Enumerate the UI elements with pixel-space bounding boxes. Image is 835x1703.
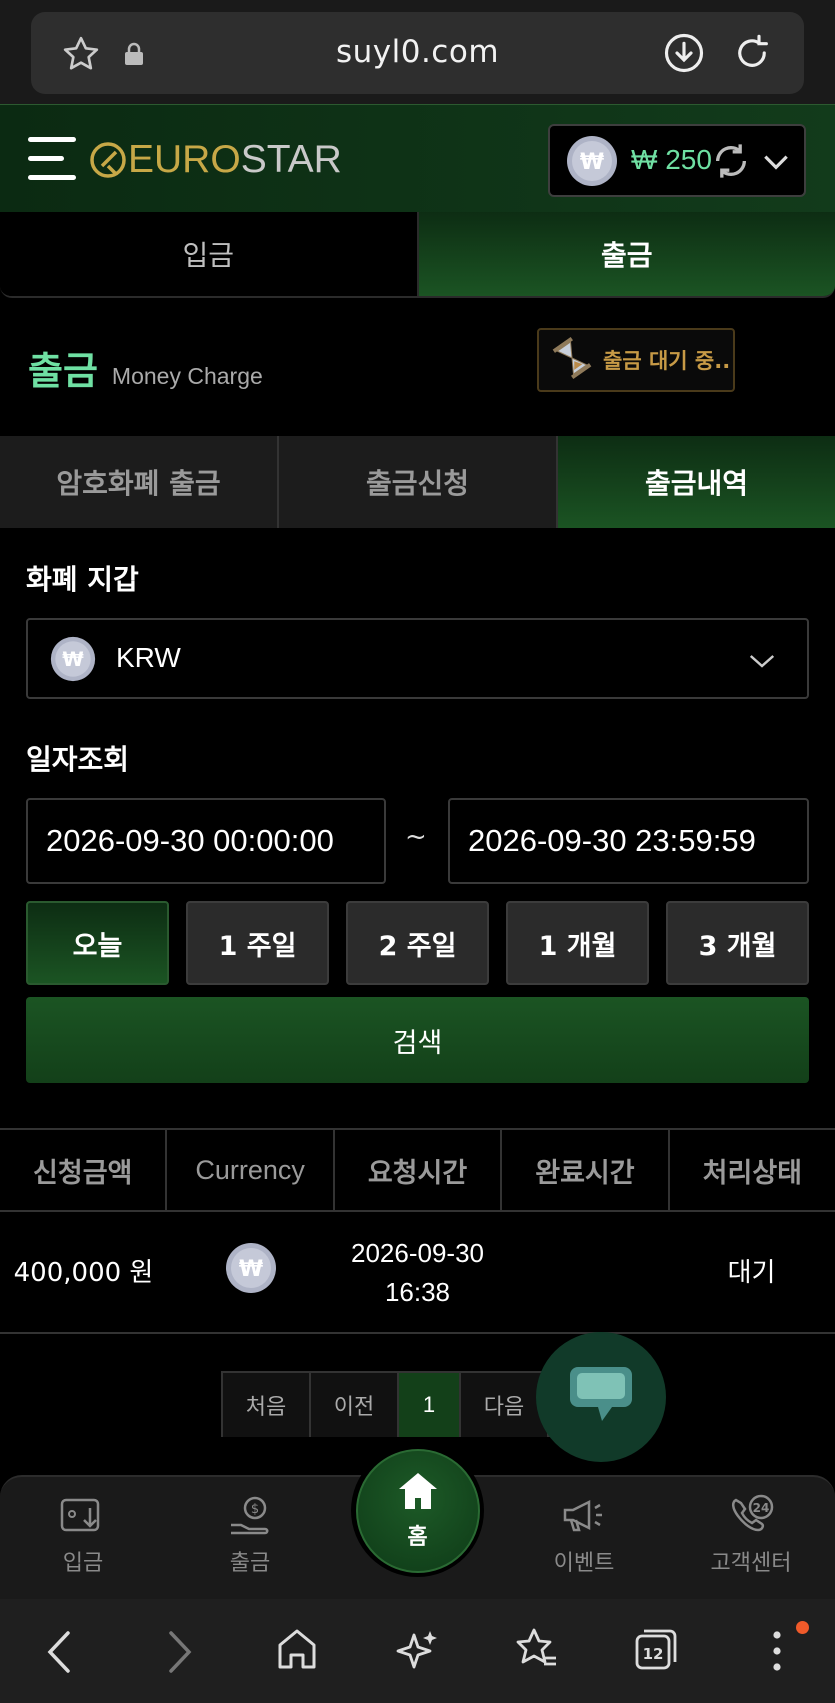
balance-amount: ₩ 250 <box>631 144 712 175</box>
tab-withdraw[interactable]: 출금 <box>416 212 835 296</box>
phone-24-icon: 24 <box>691 1491 811 1541</box>
menu-icon[interactable] <box>28 137 76 183</box>
date-separator: ~ <box>405 822 427 852</box>
tab-withdraw-request[interactable]: 출금신청 <box>279 436 558 528</box>
more-icon[interactable] <box>770 1629 784 1677</box>
nav-home[interactable]: 홈 <box>351 1444 484 1577</box>
column-currency: Currency <box>167 1130 335 1210</box>
cell-currency: ₩ <box>167 1214 334 1332</box>
tab-count: 12 <box>643 1645 664 1663</box>
column-status: 처리상태 <box>702 1157 803 1189</box>
nav-event-label: 이벤트 <box>553 1551 615 1576</box>
page-first-button[interactable]: 처음 <box>223 1373 311 1437</box>
pending-withdrawal-text: 출금 대기 중.. <box>603 349 731 373</box>
pending-withdrawal-badge[interactable]: 출금 대기 중.. <box>537 328 735 392</box>
cell-request-clock: 16:38 <box>384 1277 451 1307</box>
period-today-button[interactable]: 오늘 <box>26 901 169 985</box>
won-coin-icon: ₩ <box>225 1242 277 1305</box>
column-request-time: 요청시간 <box>335 1130 503 1210</box>
svg-text:24: 24 <box>753 1501 770 1515</box>
nav-withdraw-label: 출금 <box>229 1551 271 1576</box>
chevron-down-icon[interactable] <box>760 146 792 182</box>
chat-bubble-icon <box>568 1365 634 1429</box>
won-coin-icon: ₩ <box>566 135 618 191</box>
wallet-selected-value: KRW <box>116 642 181 673</box>
wallet-select[interactable]: ₩ KRW <box>26 618 809 699</box>
tabs-icon[interactable]: 12 <box>634 1627 678 1675</box>
date-query-label: 일자조회 <box>26 743 130 776</box>
nav-home-label: 홈 <box>407 1524 428 1550</box>
page-subtitle: Money Charge <box>111 363 263 389</box>
deposit-icon <box>23 1491 143 1541</box>
notification-dot <box>796 1621 809 1634</box>
url-bar[interactable]: suyl0.com <box>31 12 804 94</box>
period-1week-button[interactable]: 1 주일 <box>186 901 329 985</box>
tab-crypto-withdraw[interactable]: 암호화폐 출금 <box>0 436 279 528</box>
reload-icon[interactable] <box>731 32 773 78</box>
page-prev-button[interactable]: 이전 <box>311 1373 399 1437</box>
svg-text:$: $ <box>251 1502 259 1517</box>
hourglass-icon <box>549 335 595 385</box>
column-complete-time: 완료시간 <box>502 1130 670 1210</box>
svg-text:₩: ₩ <box>62 648 84 671</box>
download-icon[interactable] <box>663 32 705 78</box>
cell-amount: 400,000 원 <box>13 1257 154 1288</box>
browser-toolbar: suyl0.com <box>0 0 835 104</box>
megaphone-icon <box>524 1491 644 1541</box>
nav-deposit-label: 입금 <box>62 1551 104 1576</box>
withdraw-sub-tabs: 암호화폐 출금 출금신청 출금내역 <box>0 436 835 528</box>
chat-button[interactable] <box>536 1332 666 1462</box>
nav-event[interactable]: 이벤트 <box>524 1491 644 1577</box>
period-buttons: 오늘 1 주일 2 주일 1 개월 3 개월 <box>26 901 809 985</box>
nav-support[interactable]: 24 고객센터 <box>691 1491 811 1577</box>
cell-complete-time <box>501 1214 668 1332</box>
nav-withdraw[interactable]: $ 출금 <box>190 1491 310 1577</box>
page-number-button[interactable]: 1 <box>399 1373 461 1437</box>
tab-withdraw-history[interactable]: 출금내역 <box>558 436 835 528</box>
svg-text:₩: ₩ <box>238 1257 262 1282</box>
column-amount: 신청금액 <box>0 1130 168 1210</box>
deposit-withdraw-tabs: 입금 출금 <box>0 212 835 298</box>
refresh-balance-icon[interactable] <box>711 141 751 185</box>
search-button[interactable]: 검색 <box>26 997 809 1083</box>
svg-text:₩: ₩ <box>580 150 604 175</box>
period-1month-button[interactable]: 1 개월 <box>506 901 649 985</box>
table-row: 400,000 원 ₩ 2026-09-30 16:38 대기 <box>0 1214 835 1334</box>
pagination: 처음 이전 1 다음 <box>221 1371 551 1437</box>
nav-deposit[interactable]: 입금 <box>23 1491 143 1577</box>
page-title-text: 출금 <box>28 349 98 393</box>
home-page-icon[interactable] <box>276 1627 318 1675</box>
nav-support-label: 고객센터 <box>710 1551 792 1576</box>
balance-widget[interactable]: ₩ ₩ 250 <box>548 124 806 197</box>
tab-deposit[interactable]: 입금 <box>0 212 417 296</box>
site-header: EURO STAR ₩ ₩ 250 <box>0 104 835 212</box>
browser-bottom-bar: 12 <box>0 1599 835 1703</box>
date-to-input[interactable]: 2026-09-30 23:59:59 <box>448 798 809 884</box>
cell-request-date: 2026-09-30 <box>351 1238 484 1268</box>
withdraw-icon: $ <box>190 1491 310 1541</box>
wallet-label: 화폐 지갑 <box>26 563 139 596</box>
logo-mark-icon <box>90 142 126 178</box>
cell-request-time: 2026-09-30 16:38 <box>334 1214 501 1332</box>
logo-euro-text: EURO <box>128 138 241 181</box>
home-icon <box>397 1471 439 1515</box>
logo[interactable]: EURO STAR <box>88 138 342 182</box>
logo-star-text: STAR <box>240 138 342 181</box>
forward-icon[interactable] <box>165 1629 195 1679</box>
won-coin-icon: ₩ <box>50 636 96 686</box>
back-icon[interactable] <box>44 1629 74 1679</box>
sparkle-icon[interactable] <box>396 1627 440 1677</box>
bookmarks-icon[interactable] <box>514 1626 558 1676</box>
period-2weeks-button[interactable]: 2 주일 <box>346 901 489 985</box>
period-3months-button[interactable]: 3 개월 <box>666 901 809 985</box>
cell-status: 대기 <box>727 1257 776 1288</box>
table-header: 신청금액 Currency 요청시간 완료시간 처리상태 <box>0 1128 835 1212</box>
chevron-down-icon <box>747 646 777 680</box>
date-from-input[interactable]: 2026-09-30 00:00:00 <box>26 798 386 884</box>
page-title: 출금 Money Charge <box>28 340 263 395</box>
